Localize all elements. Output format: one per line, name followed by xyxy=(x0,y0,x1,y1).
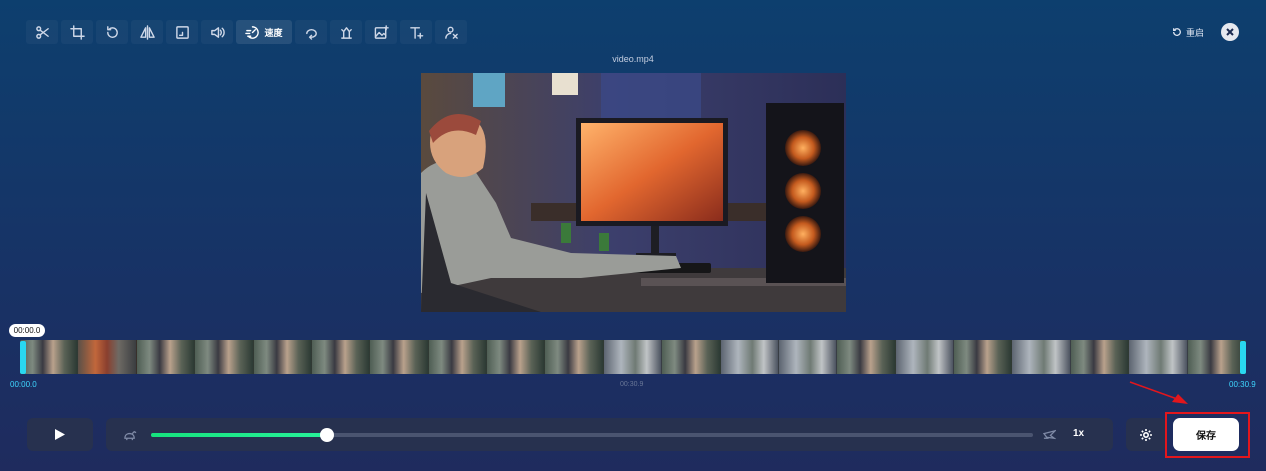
rotate-tool-button[interactable] xyxy=(96,20,128,44)
timeline-frame xyxy=(1187,340,1246,374)
speed-tool-label: 速度 xyxy=(264,27,283,38)
add-image-icon xyxy=(374,24,389,39)
timeline-frame xyxy=(778,340,838,374)
timeline-frame xyxy=(1070,340,1130,374)
trim-start-handle[interactable] xyxy=(20,341,26,374)
red-pointer-arrow xyxy=(1129,381,1188,404)
fast-speed-icon xyxy=(1042,428,1058,446)
remove-watermark-icon xyxy=(444,26,458,39)
timeline-frame xyxy=(662,340,721,374)
slow-speed-icon xyxy=(124,428,137,446)
timeline-frame xyxy=(136,340,196,374)
speed-slider-thumb[interactable] xyxy=(320,428,335,442)
loop-tool-button[interactable] xyxy=(295,20,327,44)
speed-slider-fill xyxy=(151,433,328,437)
timeline-frame xyxy=(428,340,487,374)
timeline-frame xyxy=(311,340,371,374)
timeline-start-time: 00:00.0 xyxy=(10,380,37,389)
add-text-tool-button[interactable] xyxy=(400,20,432,44)
restart-button[interactable]: 重启 xyxy=(1172,24,1204,40)
video-frame-image xyxy=(421,73,846,312)
restart-icon xyxy=(1173,28,1181,36)
timeline-frame xyxy=(837,340,896,374)
flip-tool-button[interactable] xyxy=(131,20,163,44)
speed-tool-button[interactable]: 速度 xyxy=(236,20,292,44)
editing-toolbar: 速度 xyxy=(26,20,467,44)
trim-end-handle[interactable] xyxy=(1240,341,1246,374)
loop-icon xyxy=(305,28,317,40)
timeline-frame xyxy=(720,340,779,374)
restart-label: 重启 xyxy=(1186,27,1205,38)
speed-slider-track[interactable] xyxy=(151,428,1033,442)
timeline-mid-time: 00:30.9 xyxy=(620,381,644,388)
resize-tool-button[interactable] xyxy=(166,20,198,44)
close-button[interactable] xyxy=(1221,23,1239,41)
settings-button[interactable] xyxy=(1126,418,1166,451)
speed-value: 1x xyxy=(1073,428,1085,439)
scissors-icon xyxy=(35,25,49,39)
video-filename: video.mp4 xyxy=(612,54,654,64)
timeline-frame xyxy=(487,340,546,374)
timeline-frame xyxy=(1129,340,1188,374)
crop-tool-button[interactable] xyxy=(61,20,93,44)
flip-icon xyxy=(139,24,155,40)
resize-icon xyxy=(175,25,189,39)
timeline-frame xyxy=(1012,340,1071,374)
add-text-icon xyxy=(409,26,423,39)
timeline-frame xyxy=(603,340,663,374)
remove-watermark-tool-button[interactable] xyxy=(435,20,467,44)
timeline-frame xyxy=(195,340,254,374)
video-preview[interactable] xyxy=(421,73,846,312)
close-icon xyxy=(1226,28,1234,36)
play-icon xyxy=(55,429,65,440)
timeline-strip[interactable] xyxy=(20,340,1246,374)
stabilize-tool-button[interactable] xyxy=(330,20,362,44)
cut-tool-button[interactable] xyxy=(26,20,58,44)
timeline-frame xyxy=(20,340,79,374)
timeline-end-time: 00:30.9 xyxy=(1229,380,1256,389)
timeline-frame xyxy=(78,340,137,374)
gear-icon xyxy=(1140,428,1152,441)
save-highlight-box xyxy=(1165,412,1250,458)
volume-icon xyxy=(210,26,225,38)
timeline-frame xyxy=(954,340,1013,374)
crop-icon xyxy=(69,24,85,40)
volume-tool-button[interactable] xyxy=(201,20,233,44)
timeline-frame xyxy=(895,340,954,374)
timeline-frame xyxy=(253,340,312,374)
stabilize-icon xyxy=(340,26,352,39)
play-button[interactable] xyxy=(27,418,93,451)
timeline-frame xyxy=(370,340,429,374)
add-image-tool-button[interactable] xyxy=(365,20,397,44)
timeline-frame xyxy=(545,340,604,374)
rotate-icon xyxy=(106,25,118,38)
speed-icon xyxy=(245,25,260,39)
speed-control-bar: 1x xyxy=(106,418,1113,451)
current-time-tooltip: 00:00.0 xyxy=(9,324,45,337)
